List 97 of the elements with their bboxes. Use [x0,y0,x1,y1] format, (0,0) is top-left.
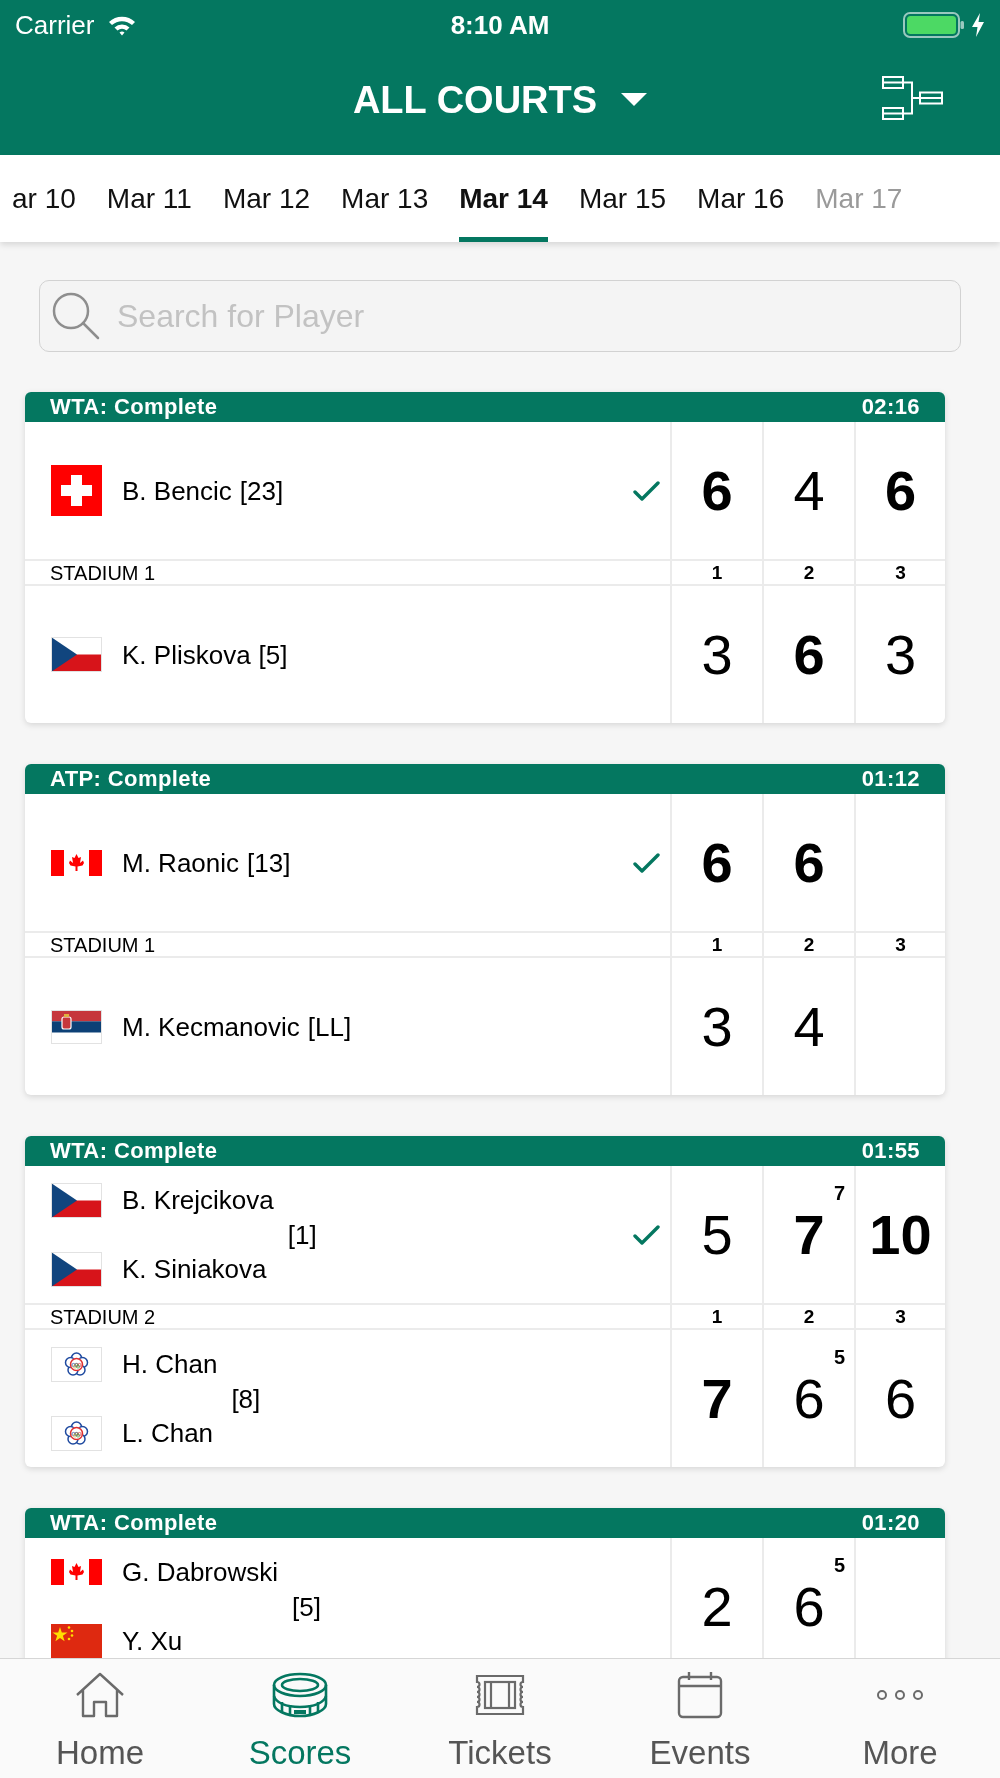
seed: [23] [239,477,284,504]
stadium-icon [272,1672,328,1718]
set-score: 6 [701,462,733,519]
house-icon [75,1672,125,1718]
date-tab[interactable]: Mar 15 [578,155,667,242]
player-name: B. Krejcikova [122,1187,274,1213]
seed: [8] [231,1385,261,1412]
player-name: B. Bencic [122,477,232,504]
date-tab[interactable]: Mar 13 [341,155,429,242]
tiebreak-score: 7 [833,1183,845,1203]
set-number: 3 [895,563,906,582]
nav-tab[interactable]: Home [0,1659,200,1778]
match-status: ATP: Complete [50,768,212,790]
court-name: STADIUM 2 [50,1306,156,1327]
set-score: 3 [701,626,733,683]
date-tab[interactable]: Mar 16 [697,155,785,242]
match-card[interactable]: ATP: Complete 01:12 M. Raonic [13] 6 6 STADIUM 1 1 2 3 M. Kecmanovic [LL] 3 4 [25,764,945,1095]
set-score: 6 [701,834,733,891]
player-name: L. Chan [122,1420,214,1446]
set-score: 5 [701,1206,733,1263]
calendar-icon [677,1671,723,1719]
match-status: WTA: Complete [50,396,218,418]
tiebreak-score: 5 [833,1347,845,1367]
seed: [5] [292,1593,321,1620]
set-score: 6 [884,1370,917,1427]
blossom-flag-icon [51,1346,102,1382]
match-status: WTA: Complete [50,1140,218,1162]
set-score: 7 [701,1370,733,1427]
date-tab[interactable]: Mar 12 [222,155,311,242]
seed: [5] [258,641,288,668]
set-score: 6 [793,1578,825,1635]
match-duration: 02:16 [861,396,920,418]
nav-tab[interactable]: More [800,1659,1000,1778]
seed: [13] [247,849,291,876]
czech-flag-icon [51,1251,102,1287]
date-tab[interactable]: ar 10 [12,155,76,242]
court-name: STADIUM 1 [50,562,156,583]
set-score: 3 [884,626,917,683]
seed: [LL] [307,1013,352,1040]
set-score: 6 [884,462,917,519]
match-card[interactable]: WTA: Complete 02:16 B. Bencic [23] 6 4 6 STADIUM 1 1 2 3 K. Pliskova [5] 3 6 3 [25,392,945,723]
set-score: 6 [793,626,825,683]
court-dropdown[interactable]: ALL COURTS [352,80,648,119]
nav-tab[interactable]: Tickets [400,1659,600,1778]
set-number: 2 [803,935,815,954]
search-icon [51,291,100,340]
match-duration: 01:55 [861,1140,920,1162]
nav-tab[interactable]: Scores [200,1659,400,1778]
match-duration: 01:12 [861,768,920,790]
date-tab[interactable]: Mar 11 [106,155,192,242]
tricolour-flag-icon [51,1009,102,1044]
set-number: 3 [895,935,906,954]
player-name: Y. Xu [122,1628,183,1654]
set-number: 2 [803,563,815,582]
player-name: K. Siniakova [122,1256,267,1282]
set-score: 6 [793,1370,825,1427]
player-name: G. Dabrowski [122,1559,279,1585]
set-number: 1 [711,935,723,954]
czech-flag-icon [51,1182,102,1218]
blossom-flag-icon [51,1415,102,1451]
caret-icon [621,93,648,106]
star-flag-icon [51,1623,102,1658]
set-number: 2 [803,1307,815,1326]
match-card[interactable]: WTA: Complete 01:20 G. Dabrowski Y. Xu [5] 2 6 5 [25,1508,945,1658]
maple-leaf-flag-icon [51,849,102,876]
player-name: M. Kecmanovic [122,1013,300,1040]
seed: [1] [287,1221,317,1248]
bracket-icon[interactable] [882,76,944,120]
set-number: 1 [711,1307,723,1326]
match-duration: 01:20 [861,1512,920,1534]
set-score: 4 [793,462,825,519]
set-score: 3 [701,998,733,1055]
set-score: 2 [701,1578,733,1635]
battery-icon [903,12,965,38]
carrier-name: Carrier [15,12,95,38]
set-score: 4 [793,998,825,1055]
player-name: M. Raonic [122,849,240,876]
set-score: 6 [793,834,825,891]
player-name: K. Pliskova [122,641,251,668]
player-name: H. Chan [122,1351,218,1377]
czech-flag-icon [51,637,102,672]
set-number: 1 [711,563,723,582]
tiebreak-score: 5 [833,1555,845,1575]
nav-tab[interactable]: Events [600,1659,800,1778]
dots-icon [875,1689,925,1701]
swiss-flag-icon [51,465,102,516]
set-score: 7 [793,1206,825,1263]
wifi-icon [108,14,137,36]
match-status: WTA: Complete [50,1512,218,1534]
maple-leaf-flag-icon [51,1559,102,1585]
set-score: 10 [869,1206,932,1263]
set-number: 3 [895,1307,906,1326]
clock-time: 8:10 AM [450,12,550,38]
bolt-icon [971,13,985,37]
date-tab[interactable]: Mar 14 [459,155,548,242]
court-name: STADIUM 1 [50,934,156,955]
match-card[interactable]: WTA: Complete 01:55 B. Krejcikova K. Siniakova [1] 5 7 7 10 STADIUM 2 1 2 3 H. Chan L. Chan [8] 7 6 5 6 [25,1136,945,1467]
